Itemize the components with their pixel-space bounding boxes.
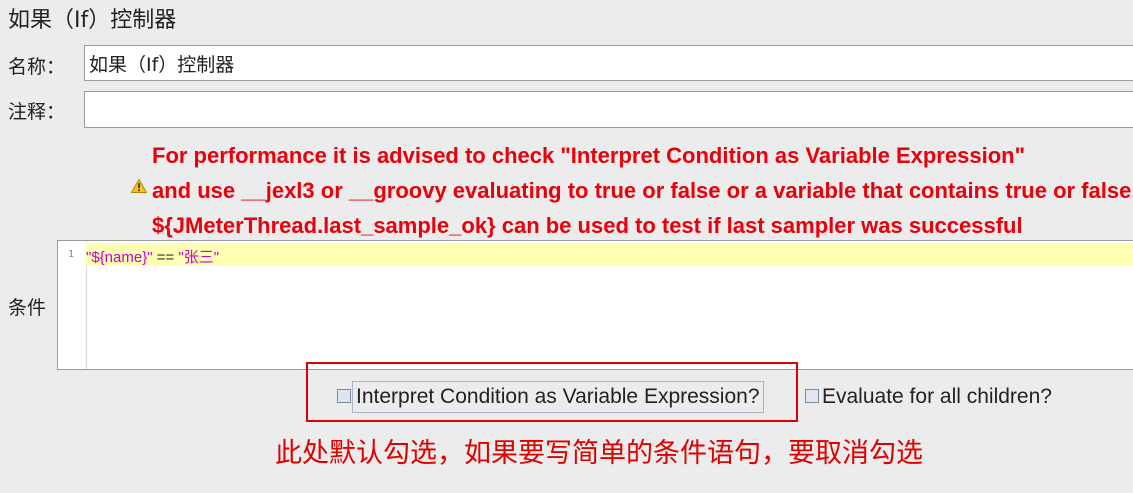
warning-triangle-icon <box>131 179 147 193</box>
annotation-text: 此处默认勾选，如果要写简单的条件语句，要取消勾选 <box>275 438 923 469</box>
code-string-left: "${name}" <box>86 249 153 266</box>
comment-input[interactable] <box>84 91 1133 128</box>
evaluate-all-children-checkbox[interactable] <box>805 389 819 403</box>
condition-label: 条件 <box>8 297 47 319</box>
panel-title: 如果（If）控制器 <box>8 8 177 33</box>
line-number: 1 <box>67 249 74 260</box>
warning-text-line-2: and use __jexl3 or __groovy evaluating t… <box>152 178 1133 203</box>
line-number-gutter: 1 <box>58 241 87 369</box>
code-string-right: "张三" <box>178 249 220 266</box>
name-label: 名称： <box>8 56 66 78</box>
current-code-line[interactable]: "${name}" == "张三" <box>86 243 1133 266</box>
name-input[interactable] <box>84 45 1133 81</box>
evaluate-all-children-label[interactable]: Evaluate for all children? <box>822 382 1052 412</box>
comment-label: 注释： <box>8 101 66 123</box>
condition-code: "${name}" == "张三" <box>86 246 219 267</box>
annotation-highlight-box <box>306 362 798 422</box>
warning-text-line-1: For performance it is advised to check "… <box>152 143 1025 168</box>
code-operator: == <box>152 249 179 266</box>
condition-editor[interactable]: 1 "${name}" == "张三" <box>57 240 1133 370</box>
warning-text-line-3: ${JMeterThread.last_sample_ok} can be us… <box>152 213 1023 238</box>
